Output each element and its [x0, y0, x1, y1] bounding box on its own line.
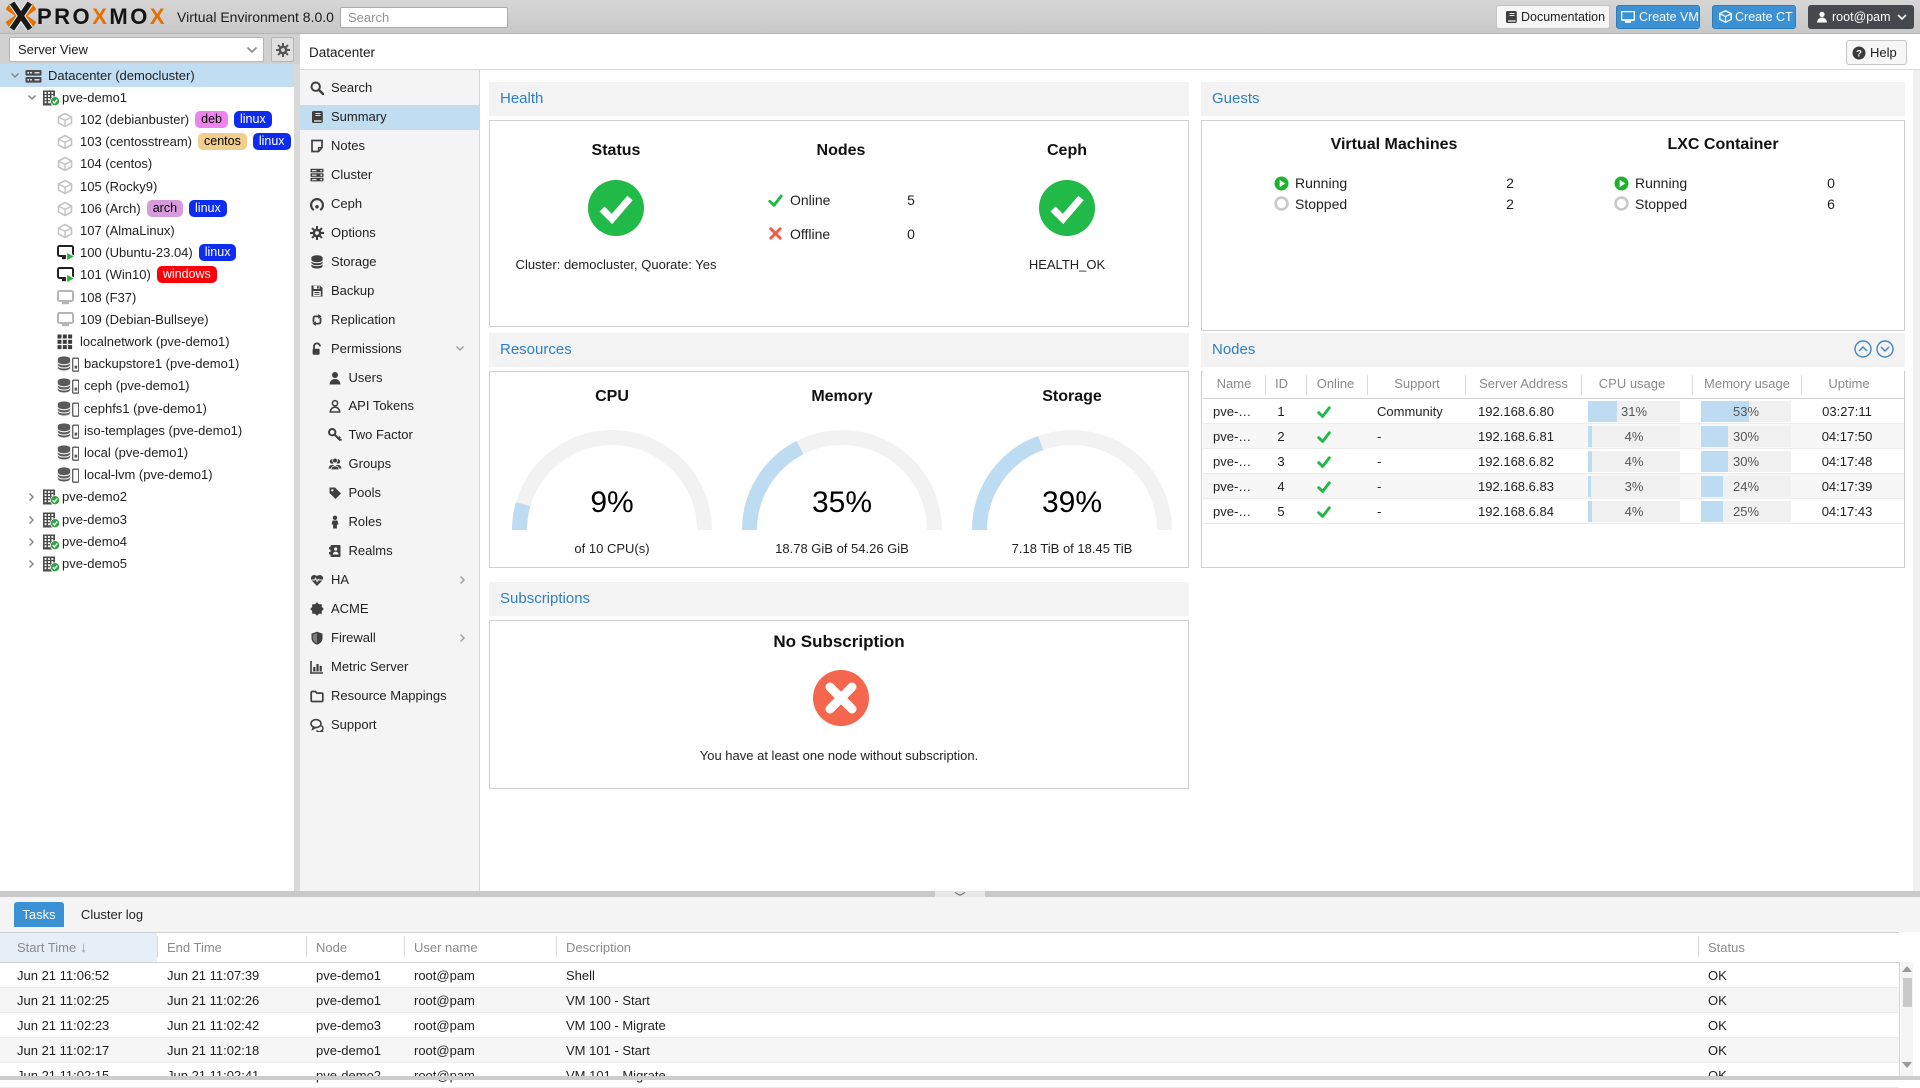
- svg-text:?: ?: [1856, 48, 1862, 59]
